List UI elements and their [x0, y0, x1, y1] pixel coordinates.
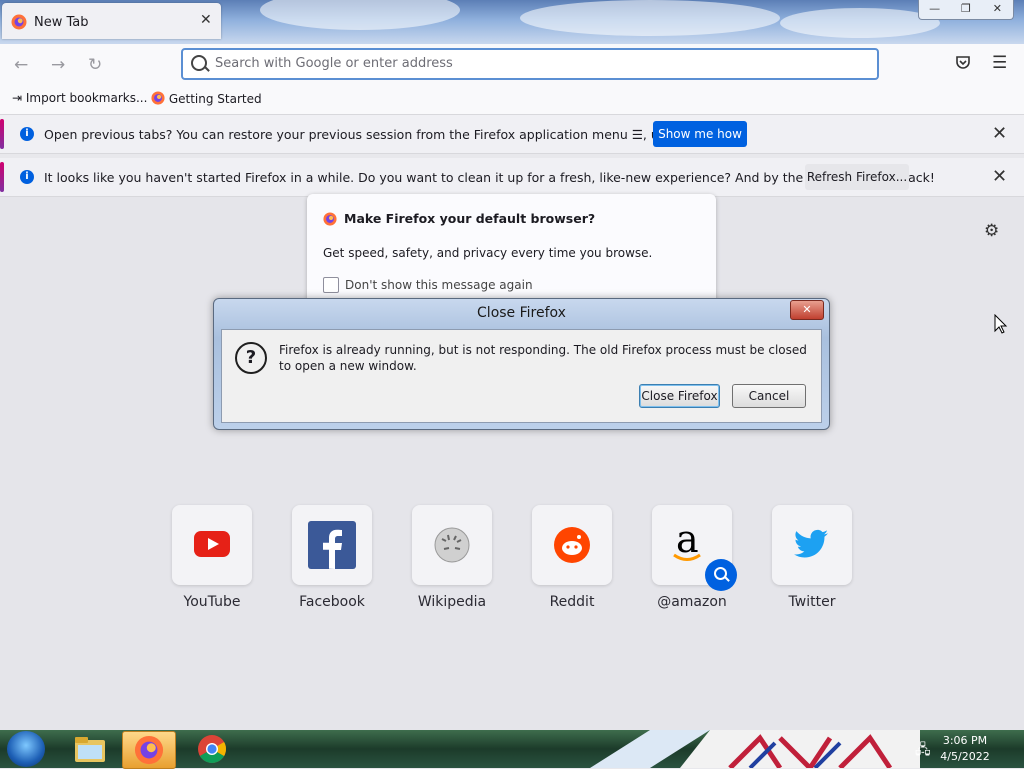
top-site-facebook[interactable]: Facebook	[292, 505, 372, 610]
notification-accent	[0, 162, 4, 192]
prompt-title: Make Firefox your default browser?	[344, 211, 596, 226]
reload-icon[interactable]: ↻	[88, 55, 102, 75]
taskbar-file-explorer[interactable]	[64, 731, 116, 767]
firefox-icon	[151, 91, 165, 105]
notification-message: It looks like you haven't started Firefo…	[44, 170, 935, 185]
dont-show-checkbox[interactable]	[323, 277, 339, 293]
network-icon[interactable]: 🖧	[915, 739, 931, 763]
top-site-twitter[interactable]: Twitter	[772, 505, 852, 610]
top-site-amazon[interactable]: a @amazon	[652, 505, 737, 610]
close-firefox-dialog: Close Firefox ✕ ? Firefox is already run…	[213, 298, 830, 430]
site-tile: a	[652, 505, 737, 591]
wallpaper-art	[590, 730, 920, 768]
folder-icon	[75, 737, 105, 762]
hamburger-menu-icon[interactable]: ☰	[992, 53, 1007, 73]
site-label: YouTube	[183, 594, 241, 610]
getting-started-label: Getting Started	[168, 92, 262, 106]
site-tile	[412, 505, 492, 585]
clock-time: 3:06 PM	[942, 734, 988, 747]
firefox-icon	[323, 212, 337, 226]
firefox-icon	[134, 735, 164, 765]
youtube-icon	[194, 531, 230, 557]
back-arrow-icon[interactable]: ←	[14, 55, 28, 75]
checkbox-label: Don't show this message again	[345, 278, 533, 292]
search-shortcut-badge	[705, 559, 737, 591]
import-icon: ⇥	[12, 91, 23, 105]
site-tile	[532, 505, 612, 585]
url-bar[interactable]: Search with Google or enter address	[181, 48, 879, 80]
close-window-button[interactable]: ✕	[982, 0, 1013, 19]
close-icon[interactable]: ✕	[992, 123, 1007, 144]
import-bookmarks-label: Import bookmarks...	[25, 91, 148, 105]
bookmarks-bar: ⇥ Import bookmarks... Getting Started	[0, 86, 1024, 115]
site-label: Twitter	[788, 594, 836, 610]
minimize-button[interactable]: —	[919, 0, 950, 19]
refresh-firefox-notification: i It looks like you haven't started Fire…	[0, 158, 1024, 197]
info-icon: i	[20, 170, 34, 184]
question-icon: ?	[235, 342, 267, 374]
site-tile	[772, 505, 852, 585]
wikipedia-icon	[434, 527, 470, 563]
top-site-youtube[interactable]: YouTube	[172, 505, 252, 610]
import-bookmarks-link[interactable]: ⇥ Import bookmarks...	[12, 91, 147, 105]
reddit-icon	[554, 527, 590, 563]
site-label: @amazon	[657, 594, 727, 610]
dialog-title: Close Firefox	[477, 305, 566, 321]
settings-gear-icon[interactable]: ⚙	[984, 221, 999, 241]
getting-started-link[interactable]: Getting Started	[151, 91, 262, 106]
taskbar-chrome[interactable]	[186, 731, 238, 767]
site-tile	[172, 505, 252, 585]
top-site-wikipedia[interactable]: Wikipedia	[412, 505, 492, 610]
amazon-smile-icon	[673, 553, 701, 561]
info-icon: i	[20, 127, 34, 141]
clock-date: 4/5/2022	[940, 750, 990, 763]
forward-arrow-icon[interactable]: →	[51, 55, 65, 75]
close-tab-icon[interactable]: ✕	[200, 12, 212, 28]
twitter-icon	[794, 529, 828, 558]
cancel-button[interactable]: Cancel	[732, 384, 806, 408]
url-bar-placeholder: Search with Google or enter address	[215, 56, 453, 71]
dialog-body: ? Firefox is already running, but is not…	[221, 329, 822, 423]
restore-button[interactable]: ❐	[950, 0, 981, 19]
site-label: Wikipedia	[417, 594, 487, 610]
refresh-firefox-button[interactable]: Refresh Firefox...	[805, 164, 909, 190]
notification-message: Open previous tabs? You can restore your…	[44, 127, 739, 142]
chrome-icon	[198, 735, 226, 763]
tab-title: New Tab	[34, 15, 89, 30]
tab-new-tab[interactable]: New Tab ✕	[2, 3, 221, 39]
firefox-icon	[11, 14, 27, 30]
pocket-icon[interactable]	[955, 54, 971, 75]
search-icon	[191, 55, 207, 71]
facebook-icon	[308, 521, 356, 569]
close-icon[interactable]: ✕	[992, 166, 1007, 187]
taskbar-clock[interactable]: 3:06 PM 4/5/2022	[930, 733, 1000, 765]
dialog-message: Firefox is already running, but is not r…	[279, 343, 807, 373]
dialog-close-button[interactable]: ✕	[790, 300, 824, 320]
top-site-reddit[interactable]: Reddit	[532, 505, 612, 610]
prompt-description: Get speed, safety, and privacy every tim…	[323, 246, 653, 260]
site-label: Facebook	[299, 594, 365, 610]
start-button[interactable]	[7, 731, 45, 767]
site-tile	[292, 505, 372, 585]
taskbar-firefox[interactable]	[122, 731, 176, 769]
close-firefox-button[interactable]: Close Firefox	[639, 384, 720, 408]
show-me-how-button[interactable]: Show me how	[653, 121, 747, 147]
notification-accent	[0, 119, 4, 149]
restore-session-notification: i Open previous tabs? You can restore yo…	[0, 115, 1024, 154]
site-label: Reddit	[549, 594, 595, 610]
mouse-cursor-icon	[994, 314, 1008, 334]
window-controls: — ❐ ✕	[918, 0, 1014, 20]
